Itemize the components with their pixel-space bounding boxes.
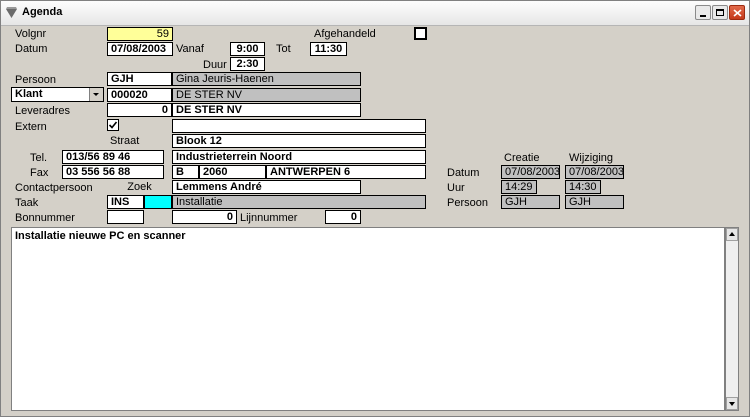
volgnr-label: Volgnr (15, 28, 47, 40)
scroll-down-button[interactable] (726, 397, 738, 410)
straat-1-field[interactable]: Blook 12 (172, 134, 426, 148)
postcode-field[interactable]: 2060 (199, 165, 266, 179)
close-button[interactable] (729, 5, 745, 20)
wijziging-datum-field: 07/08/2003 (565, 165, 624, 179)
wijziging-header: Wijziging (569, 152, 614, 164)
klant-name-field: DE STER NV (172, 88, 361, 102)
tel-label: Tel. (30, 152, 48, 164)
taak-color-swatch[interactable] (144, 195, 172, 209)
title-bar[interactable]: Agenda (1, 1, 749, 26)
minimize-button[interactable] (695, 5, 711, 20)
extern-label: Extern (15, 121, 47, 133)
tot-field[interactable]: 11:30 (310, 42, 347, 56)
vanaf-field[interactable]: 9:00 (230, 42, 265, 56)
afgehandeld-label: Afgehandeld (314, 28, 376, 40)
taak-name-field: Installatie (172, 195, 426, 209)
chevron-down-icon[interactable] (89, 88, 103, 101)
bonnummer-label: Bonnummer (15, 212, 75, 224)
checkmark-icon (108, 121, 118, 129)
maximize-button[interactable] (712, 5, 728, 20)
persoon-name-field: Gina Jeuris-Haenen (172, 72, 361, 86)
klant-code-field[interactable]: 000020 (107, 88, 172, 102)
close-icon (733, 9, 742, 17)
klant-type-select[interactable]: Klant (11, 87, 104, 102)
fax-label: Fax (30, 167, 49, 179)
persoon-label: Persoon (15, 74, 56, 86)
persoon-code-field[interactable]: GJH (107, 72, 172, 86)
extern-extra-field[interactable] (172, 119, 426, 133)
duur-field[interactable]: 2:30 (230, 57, 265, 71)
lijnnummer-field[interactable]: 0 (325, 210, 361, 224)
app-icon (6, 7, 17, 18)
audit-persoon-label: Persoon (447, 197, 488, 209)
volgnr-field[interactable]: 59 (107, 27, 173, 41)
leveradres-code-field[interactable]: 0 (107, 103, 172, 117)
wijziging-uur-field: 14:30 (565, 180, 601, 194)
contactpersoon-label: Contactpersoon (15, 182, 93, 194)
country-field[interactable]: B (172, 165, 199, 179)
arrow-down-icon (729, 402, 735, 406)
leveradres-name-field[interactable]: DE STER NV (172, 103, 361, 117)
wijziging-persoon-field: GJH (565, 195, 624, 209)
straat-2-field[interactable]: Industrieterrein Noord (172, 150, 426, 164)
straat-label: Straat (110, 135, 140, 147)
duur-label: Duur (203, 59, 227, 71)
extern-checkbox[interactable] (107, 119, 119, 131)
taak-label: Taak (15, 197, 39, 209)
bonnummer-field[interactable] (107, 210, 144, 224)
taak-code-field[interactable]: INS (107, 195, 144, 209)
memo-scrollbar[interactable] (725, 227, 739, 411)
dropdown-arrow-icon (93, 93, 99, 96)
zoek-button[interactable]: Zoek (107, 180, 172, 194)
creatie-header: Creatie (504, 152, 540, 164)
arrow-up-icon (729, 232, 735, 236)
bon-value-field[interactable]: 0 (172, 210, 237, 224)
memo-textarea[interactable]: Installatie nieuwe PC en scanner (11, 227, 725, 411)
creatie-persoon-field: GJH (501, 195, 560, 209)
vanaf-label: Vanaf (176, 43, 204, 55)
audit-datum-label: Datum (447, 167, 480, 179)
datum-field[interactable]: 07/08/2003 (107, 42, 173, 56)
window-title: Agenda (22, 6, 63, 18)
scroll-up-button[interactable] (726, 228, 738, 241)
uur-label: Uur (447, 182, 465, 194)
city-field[interactable]: ANTWERPEN 6 (266, 165, 426, 179)
contact-field[interactable]: Lemmens André (172, 180, 361, 194)
creatie-uur-field: 14:29 (501, 180, 537, 194)
datum-label: Datum (15, 43, 48, 55)
creatie-datum-field: 07/08/2003 (501, 165, 560, 179)
klant-type-value: Klant (15, 88, 43, 100)
tel-field[interactable]: 013/56 89 46 (62, 150, 164, 164)
afgehandeld-checkbox[interactable] (414, 27, 427, 40)
fax-field[interactable]: 03 556 56 88 (62, 165, 164, 179)
tot-label: Tot (276, 43, 291, 55)
lijnnummer-label: Lijnnummer (240, 212, 298, 224)
leveradres-label: Leveradres (15, 105, 71, 117)
